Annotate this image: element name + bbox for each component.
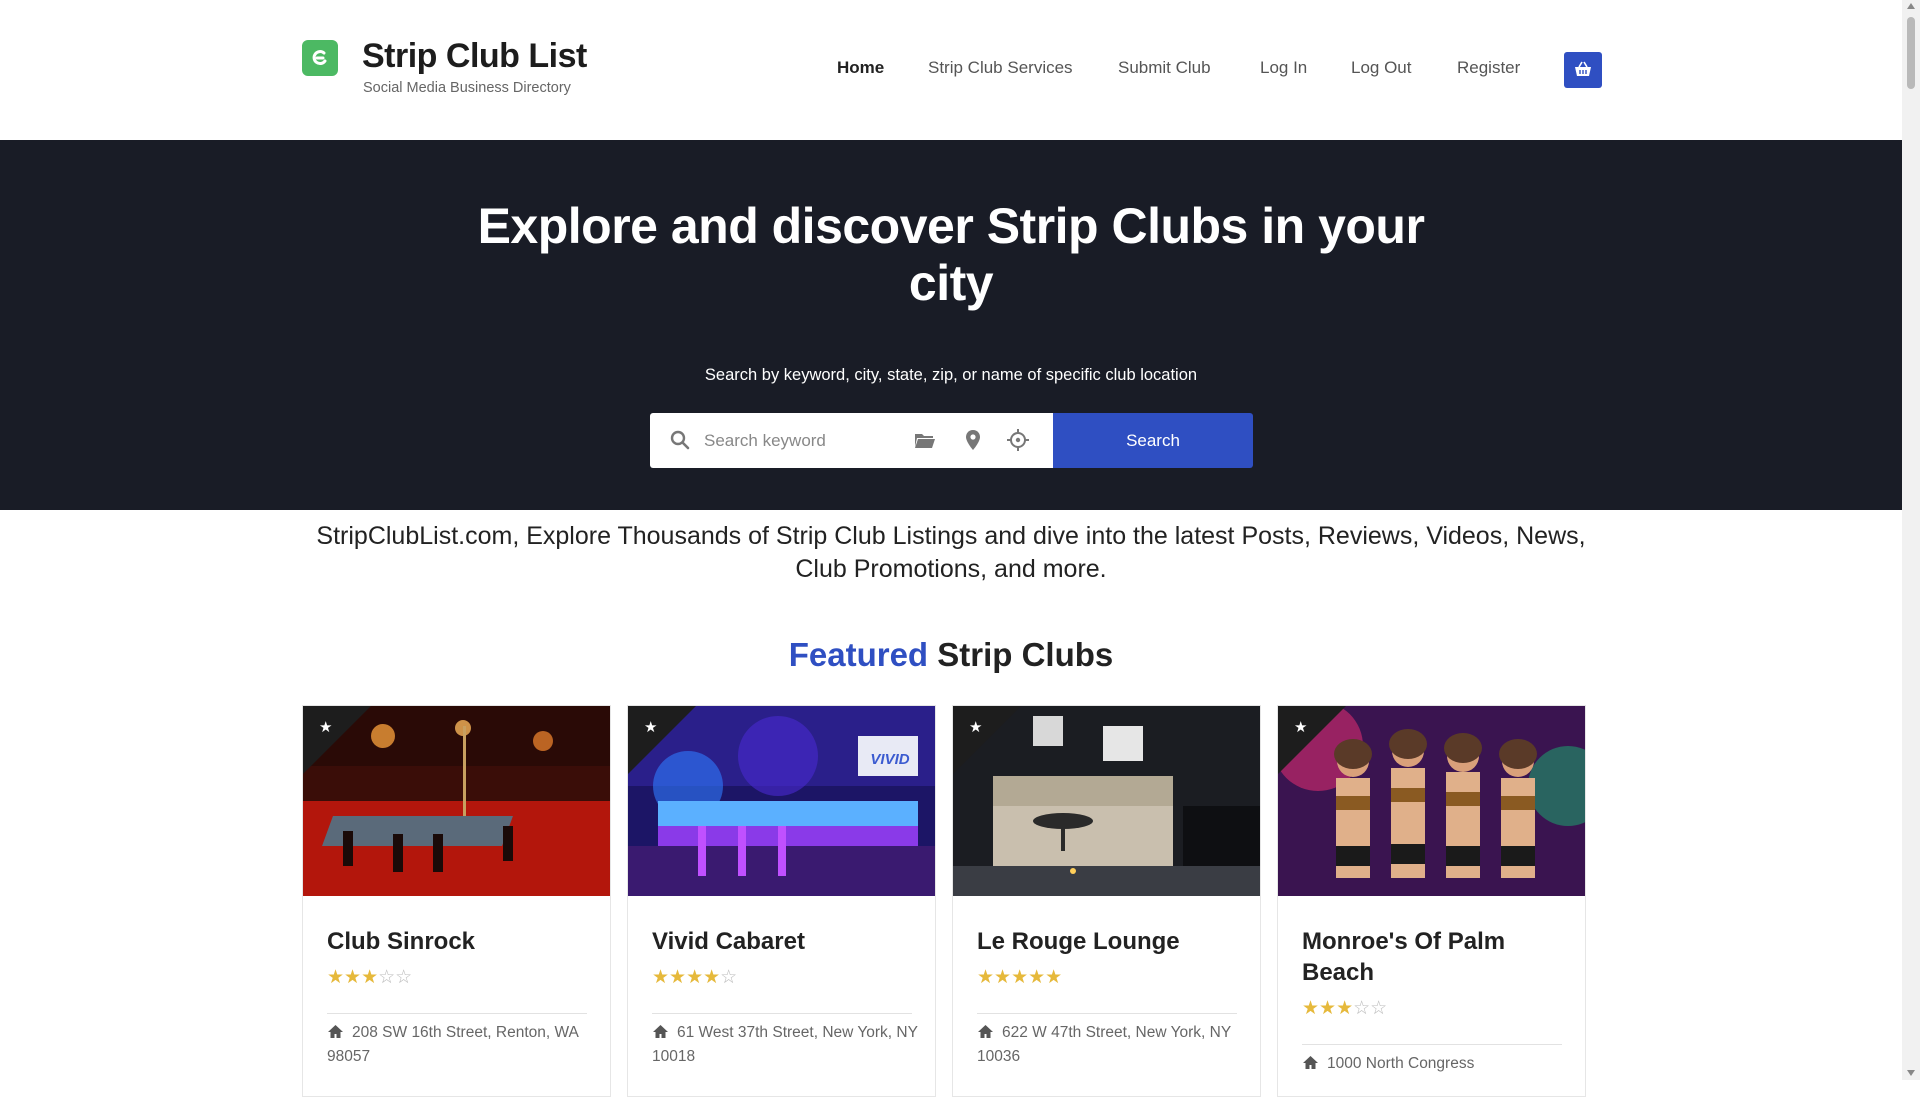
rating-stars: ★★★☆☆	[327, 967, 413, 988]
home-icon	[328, 1025, 343, 1038]
hero-subtitle: Search by keyword, city, state, zip, or …	[704, 366, 1198, 384]
divider	[977, 1013, 1237, 1014]
club-photo-sign: VIVID	[870, 751, 910, 768]
rating-stars: ★★★★★	[977, 967, 1063, 988]
nav-item-log-out[interactable]: Log Out	[1351, 58, 1412, 78]
club-address: 208 SW 16th Street, Renton, WA 98057	[327, 1024, 579, 1065]
club-address: 1000 North Congress	[1302, 1052, 1572, 1076]
featured-heading-rest: Strip Clubs	[937, 636, 1114, 673]
crosshair-icon[interactable]	[1007, 429, 1029, 451]
hero-section: Explore and discover Strip Clubs in your…	[0, 140, 1902, 510]
nav-item-submit-club[interactable]: Submit Club	[1118, 58, 1211, 78]
hero-title: Explore and discover Strip Clubs in your…	[477, 198, 1425, 311]
featured-heading-accent: Featured	[788, 636, 929, 673]
featured-star-icon: ★	[319, 719, 333, 736]
featured-ribbon	[303, 706, 371, 774]
scrollbar-thumb[interactable]	[1907, 17, 1915, 89]
divider	[327, 1013, 587, 1014]
site-header: Strip Club List Social Media Business Di…	[0, 0, 1902, 140]
featured-ribbon	[628, 706, 696, 774]
club-card[interactable]: ★ Monroe's Of Palm Beach ★★★☆☆ 1000 Nort…	[1277, 705, 1586, 1097]
nav-item-strip-club-services[interactable]: Strip Club Services	[928, 58, 1073, 78]
scroll-up-arrow-icon[interactable]	[1907, 3, 1915, 9]
home-icon	[653, 1025, 668, 1038]
nav-item-home[interactable]: Home	[837, 58, 884, 78]
club-card[interactable]: ★ Le Rouge Lounge ★★★★★ 622 W 47th Stree…	[952, 705, 1261, 1097]
nav-item-register[interactable]: Register	[1457, 58, 1520, 78]
club-card[interactable]: VIVID ★ Vivid Cabaret ★★★★☆ 61 West 37th…	[627, 705, 936, 1097]
search-icon	[670, 430, 690, 450]
site-title[interactable]: Strip Club List	[362, 37, 587, 76]
logo-icon[interactable]	[302, 40, 338, 76]
nav-item-log-in[interactable]: Log In	[1260, 58, 1307, 78]
club-card[interactable]: ★ Club Sinrock ★★★☆☆ 208 SW 16th Street,…	[302, 705, 611, 1097]
divider	[652, 1013, 912, 1014]
club-name[interactable]: Club Sinrock	[327, 926, 592, 957]
club-address: 622 W 47th Street, New York, NY 10036	[977, 1024, 1231, 1065]
cart-button[interactable]	[1564, 52, 1602, 88]
rating-stars: ★★★☆☆	[1302, 998, 1388, 1019]
club-name[interactable]: Le Rouge Lounge	[977, 926, 1242, 957]
divider	[1302, 1044, 1562, 1045]
search-button[interactable]: Search	[1053, 413, 1253, 468]
featured-star-icon: ★	[969, 719, 983, 736]
featured-star-icon: ★	[1294, 719, 1308, 736]
rating-stars: ★★★★☆	[652, 967, 738, 988]
site-tagline: Social Media Business Directory	[363, 80, 571, 96]
search-bar	[650, 413, 1053, 468]
featured-heading: Featured Strip Clubs	[451, 636, 1451, 674]
basket-icon	[1575, 61, 1591, 76]
club-address: 61 West 37th Street, New York, NY 10018	[652, 1024, 918, 1065]
folder-icon[interactable]	[914, 430, 936, 450]
featured-star-icon: ★	[644, 719, 658, 736]
club-name[interactable]: Monroe's Of Palm Beach	[1302, 926, 1567, 988]
home-icon	[978, 1025, 993, 1038]
search-keyword-input[interactable]	[702, 428, 886, 454]
page-scrollbar[interactable]	[1902, 0, 1920, 1080]
club-name[interactable]: Vivid Cabaret	[652, 926, 917, 957]
featured-ribbon	[953, 706, 1021, 774]
home-icon	[1303, 1056, 1318, 1069]
scroll-down-arrow-icon[interactable]	[1907, 1070, 1915, 1076]
intro-text: StripClubList.com, Explore Thousands of …	[316, 522, 1586, 583]
featured-ribbon	[1278, 706, 1346, 774]
map-pin-icon[interactable]	[965, 429, 981, 451]
